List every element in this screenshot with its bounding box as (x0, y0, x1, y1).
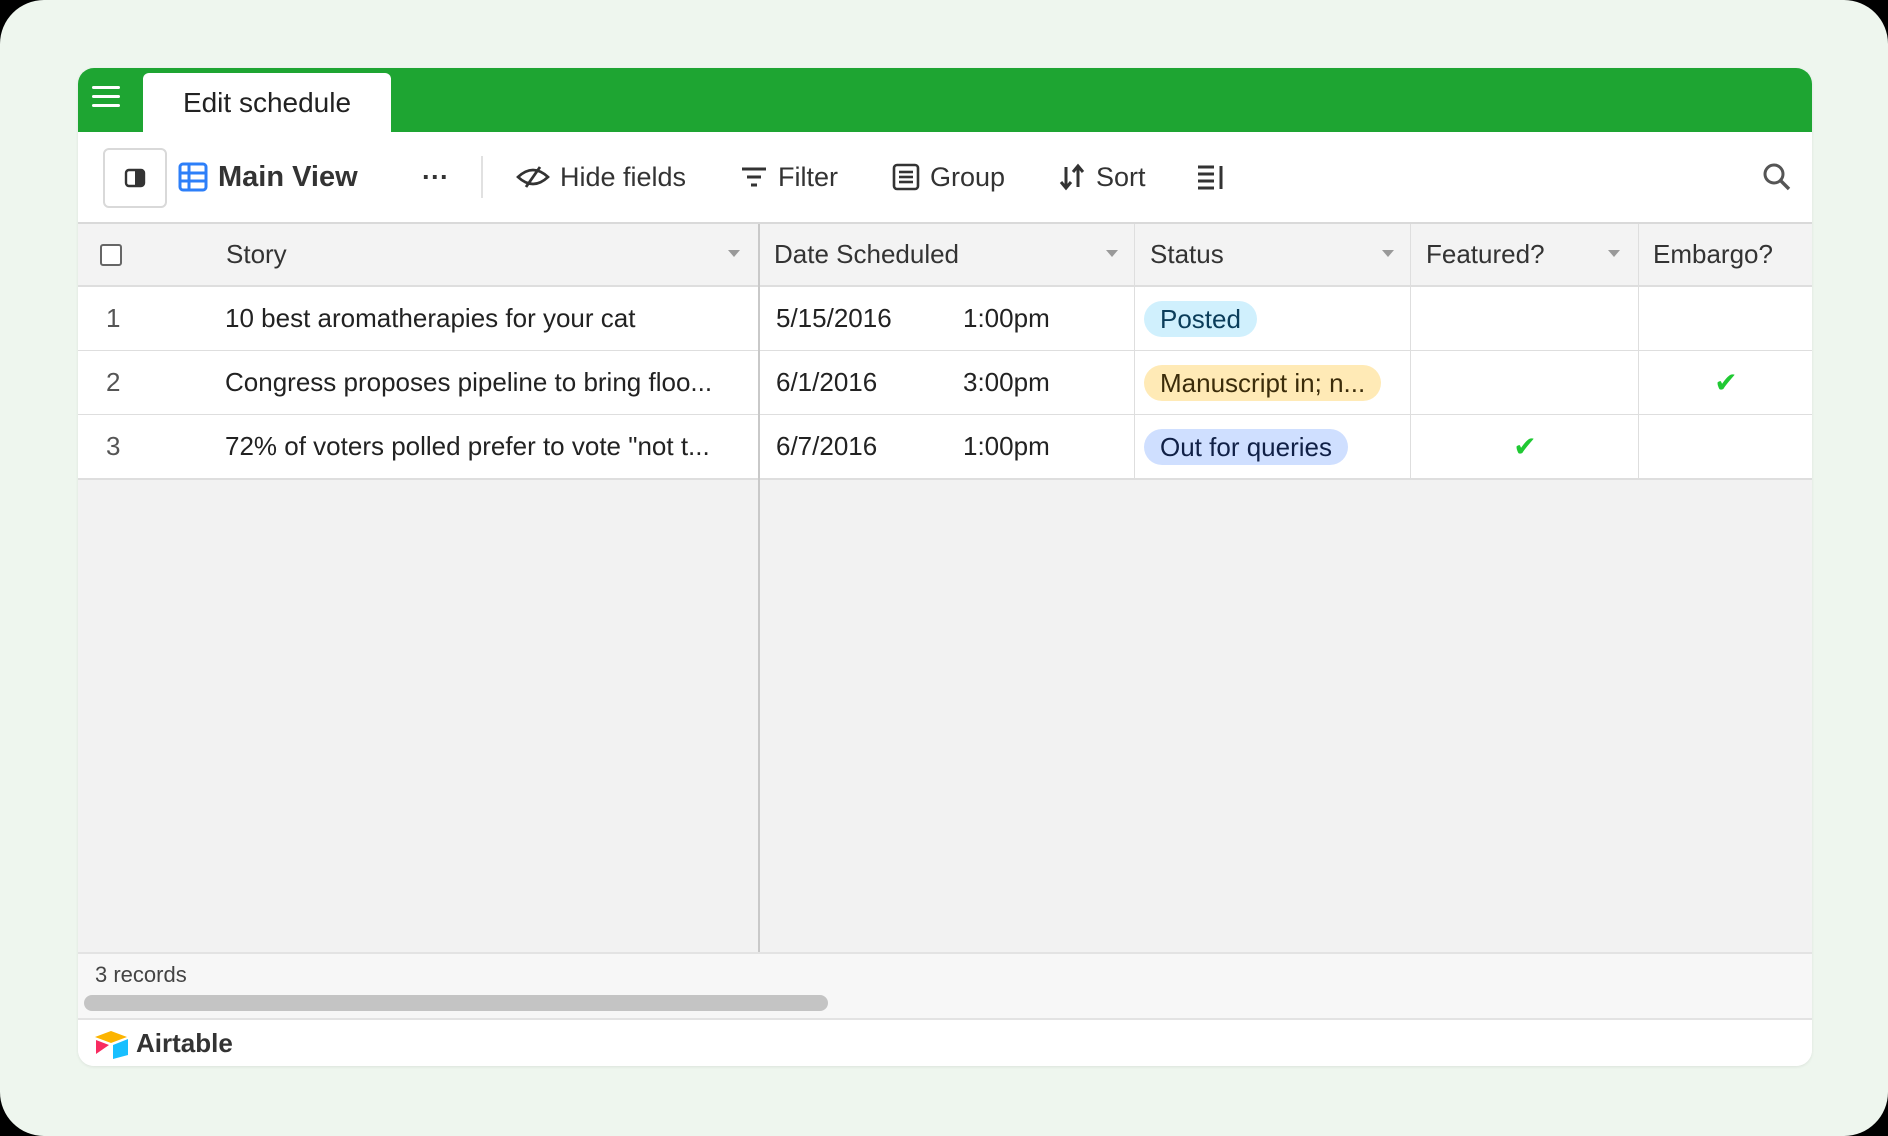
column-header-label: Status (1150, 239, 1224, 269)
featured-cell[interactable]: ✔ (1412, 415, 1638, 478)
embargo-cell[interactable]: ✔ (1640, 351, 1812, 414)
brand-name: Airtable (136, 1028, 233, 1058)
story-cell[interactable]: Congress proposes pipeline to bring floo… (225, 351, 747, 414)
column-separator (1410, 224, 1411, 479)
row-number: 3 (106, 431, 121, 461)
status-badge: Out for queries (1144, 428, 1348, 465)
table-row[interactable]: 2 Congress proposes pipeline to bring fl… (78, 351, 1812, 416)
checkmark-icon: ✔ (1714, 367, 1738, 398)
story-cell[interactable]: 10 best aromatherapies for your cat (225, 287, 747, 350)
column-separator (1134, 224, 1135, 479)
status-cell[interactable]: Out for queries (1144, 415, 1348, 478)
more-options-icon: ··· (422, 161, 449, 192)
sort-button[interactable]: Sort (1058, 132, 1146, 222)
status-badge: Posted (1144, 300, 1257, 337)
branding-footer: Airtable (78, 1018, 1812, 1066)
sidebar-toggle-button[interactable] (103, 148, 167, 208)
column-separator (1638, 224, 1639, 479)
frozen-column-divider[interactable] (758, 224, 760, 1022)
search-button[interactable] (1762, 132, 1802, 222)
table-row[interactable]: 3 72% of voters polled prefer to vote "n… (78, 415, 1812, 480)
hide-fields-label: Hide fields (560, 161, 687, 192)
row-height-icon (1196, 163, 1226, 191)
view-name: Main View (218, 160, 358, 193)
status-cell[interactable]: Manuscript in; n... (1144, 351, 1382, 414)
featured-cell[interactable] (1412, 287, 1638, 350)
column-header-featured[interactable]: Featured? (1426, 224, 1636, 285)
row-number: 2 (106, 367, 121, 397)
column-header-label: Story (226, 239, 287, 269)
horizontal-scrollbar[interactable] (84, 995, 828, 1011)
chevron-down-icon[interactable] (728, 250, 740, 257)
embargo-cell[interactable] (1640, 415, 1812, 478)
group-button[interactable]: Group (892, 132, 1005, 222)
grid-view-icon (178, 162, 208, 192)
view-toolbar: Main View ··· Hide fields Filter Group S… (78, 132, 1812, 224)
view-switcher[interactable]: Main View (178, 132, 358, 222)
group-icon (892, 163, 920, 191)
view-more-button[interactable]: ··· (422, 132, 449, 222)
sort-label: Sort (1096, 161, 1146, 192)
time-cell[interactable]: 3:00pm (963, 351, 1050, 414)
chevron-down-icon[interactable] (1608, 250, 1620, 257)
date-cell[interactable]: 6/7/2016 (776, 415, 877, 478)
record-count: 3 records (95, 962, 187, 987)
checkmark-icon: ✔ (1513, 431, 1537, 462)
embedded-base-card: Edit schedule Main View ··· Hide fields … (78, 68, 1812, 1066)
status-cell[interactable]: Posted (1144, 287, 1257, 350)
date-cell[interactable]: 5/15/2016 (776, 287, 892, 350)
status-badge: Manuscript in; n... (1144, 364, 1382, 401)
top-bar: Edit schedule (78, 68, 1812, 132)
date-cell[interactable]: 6/1/2016 (776, 351, 877, 414)
hide-fields-button[interactable]: Hide fields (516, 132, 686, 222)
hamburger-menu-icon[interactable] (92, 86, 120, 110)
table-row[interactable]: 1 10 best aromatherapies for your cat 5/… (78, 287, 1812, 352)
search-icon (1762, 162, 1792, 192)
column-header-row: Story Date Scheduled Status Featured? Em… (78, 224, 1812, 287)
hide-fields-icon (516, 165, 550, 189)
filter-icon (740, 166, 768, 188)
chevron-down-icon[interactable] (1106, 250, 1118, 257)
column-header-status[interactable]: Status (1150, 224, 1410, 285)
sidebar-toggle-icon (124, 168, 146, 188)
column-header-label: Embargo? (1653, 239, 1773, 269)
story-cell[interactable]: 72% of voters polled prefer to vote "not… (225, 415, 747, 478)
time-cell[interactable]: 1:00pm (963, 287, 1050, 350)
filter-label: Filter (778, 161, 838, 192)
group-label: Group (930, 161, 1006, 192)
column-header-date-scheduled[interactable]: Date Scheduled (774, 224, 1134, 285)
airtable-logo-icon (95, 1030, 128, 1059)
chevron-down-icon[interactable] (1382, 250, 1394, 257)
select-all-checkbox[interactable] (100, 244, 122, 266)
row-height-button[interactable] (1196, 132, 1236, 222)
tab-edit-schedule[interactable]: Edit schedule (143, 73, 391, 132)
toolbar-divider (481, 156, 483, 198)
row-number: 1 (106, 303, 121, 333)
embargo-cell[interactable] (1640, 287, 1812, 350)
column-header-label: Date Scheduled (774, 239, 960, 269)
sort-icon (1058, 163, 1086, 191)
column-header-embargo[interactable]: Embargo? (1653, 224, 1812, 285)
featured-cell[interactable] (1412, 351, 1638, 414)
column-header-label: Featured? (1426, 239, 1545, 269)
column-header-story[interactable]: Story (226, 224, 756, 285)
time-cell[interactable]: 1:00pm (963, 415, 1050, 478)
filter-button[interactable]: Filter (740, 132, 838, 222)
grid-view: Story Date Scheduled Status Featured? Em… (78, 224, 1812, 1022)
airtable-logo[interactable]: Airtable (94, 1028, 233, 1059)
